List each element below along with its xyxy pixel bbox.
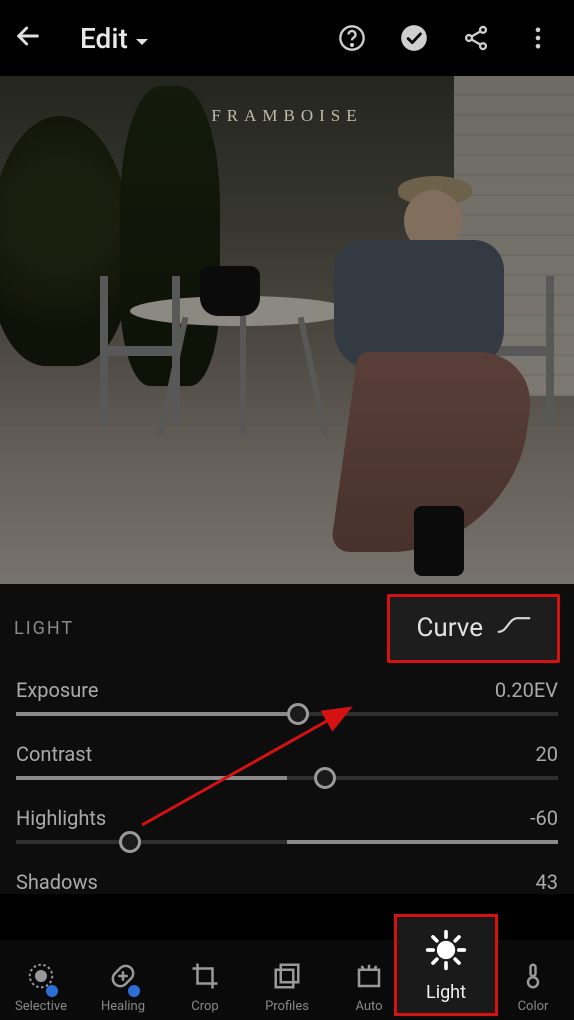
shadows-row: Shadows 43 — [0, 866, 574, 894]
photo-shape — [0, 116, 130, 366]
tool-selective[interactable]: Selective — [0, 961, 82, 1014]
tool-label: Selective — [15, 999, 67, 1014]
badge-icon — [128, 985, 140, 997]
tool-label: Light — [426, 982, 466, 1003]
contrast-label: Contrast — [16, 742, 92, 766]
auto-icon — [354, 961, 384, 995]
back-button[interactable] — [12, 20, 44, 56]
profiles-icon — [272, 961, 302, 995]
contrast-row: Contrast 20 — [0, 738, 574, 780]
tool-label: Profiles — [265, 999, 309, 1014]
contrast-slider[interactable] — [16, 776, 558, 780]
help-button[interactable] — [328, 14, 376, 62]
photo-shape — [474, 276, 554, 426]
badge-icon — [46, 985, 58, 997]
photo-shape — [454, 76, 574, 396]
shadows-label: Shadows — [16, 870, 98, 894]
edit-dropdown[interactable]: Edit — [80, 22, 150, 55]
crop-icon — [190, 961, 220, 995]
slider-thumb[interactable] — [287, 703, 309, 725]
photo-shape — [130, 296, 350, 436]
exposure-label: Exposure — [16, 678, 98, 702]
confirm-button[interactable] — [390, 14, 438, 62]
tool-profiles[interactable]: Profiles — [246, 961, 328, 1014]
curve-icon — [497, 613, 531, 644]
share-button[interactable] — [452, 14, 500, 62]
tool-label: Color — [518, 999, 549, 1014]
image-preview[interactable]: FRAMBOISE — [0, 76, 574, 584]
tool-label: Crop — [191, 999, 218, 1014]
edit-label: Edit — [80, 22, 128, 55]
more-button[interactable] — [514, 14, 562, 62]
tool-healing[interactable]: Healing — [82, 961, 164, 1014]
tool-light[interactable]: Light — [394, 914, 498, 1016]
panel-title: LIGHT — [14, 618, 74, 639]
photo-shape — [120, 86, 220, 386]
highlights-slider[interactable] — [16, 840, 558, 844]
image-overlay-text: FRAMBOISE — [211, 106, 362, 126]
tool-crop[interactable]: Crop — [164, 961, 246, 1014]
tool-color[interactable]: Color — [492, 961, 574, 1014]
light-panel: LIGHT Curve Exposure 0.20EV Contrast 20 — [0, 584, 574, 894]
curve-label: Curve — [416, 613, 483, 643]
shadows-value: 43 — [536, 870, 558, 894]
photo-shape — [100, 276, 180, 426]
photo-shape — [200, 266, 260, 316]
tool-label: Healing — [101, 999, 145, 1014]
highlights-row: Highlights -60 — [0, 802, 574, 844]
slider-thumb[interactable] — [119, 831, 141, 853]
curve-button[interactable]: Curve — [387, 594, 560, 663]
exposure-value: 0.20EV — [495, 678, 558, 702]
highlights-label: Highlights — [16, 806, 106, 830]
tool-label: Auto — [355, 999, 382, 1014]
top-bar: Edit — [0, 0, 574, 76]
slider-thumb[interactable] — [314, 767, 336, 789]
panel-header: LIGHT Curve — [0, 590, 574, 674]
exposure-row: Exposure 0.20EV — [0, 674, 574, 716]
contrast-value: 20 — [536, 742, 558, 766]
caret-down-icon — [134, 22, 150, 55]
exposure-slider[interactable] — [16, 712, 558, 716]
photo-shape — [314, 176, 514, 556]
light-icon — [424, 928, 468, 976]
highlights-value: -60 — [530, 806, 558, 830]
color-icon — [518, 961, 548, 995]
